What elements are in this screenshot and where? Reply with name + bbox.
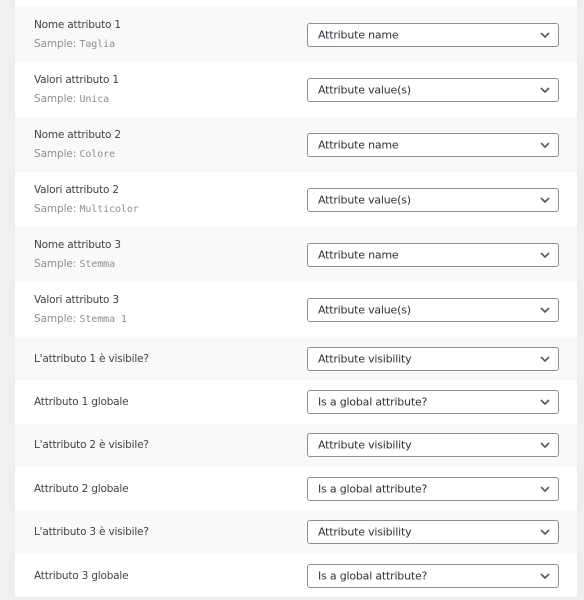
global-attribute-select[interactable]: Is a global attribute?: [307, 390, 559, 415]
field-label: Valori attributo 2: [34, 184, 119, 196]
attribute-name-select[interactable]: Attribute name: [307, 132, 559, 157]
attribute-mapping-card: Nome attributo 1 Sample: Taglia Attribut…: [15, 0, 577, 597]
field-label: Attributo 3 globale: [34, 569, 129, 582]
field-label: Valori attributo 3: [34, 294, 119, 306]
sample-text: Sample: Stemma 1: [34, 313, 127, 325]
select-value: Attribute visibility: [318, 438, 412, 452]
sample-value: Unica: [79, 94, 110, 105]
field-label: L'attributo 1 è visibile?: [34, 352, 149, 365]
chevron-down-icon: [540, 442, 550, 449]
attribute-mapping-rows: Nome attributo 1 Sample: Taglia Attribut…: [15, 7, 577, 597]
select-value: Attribute value(s): [318, 193, 411, 206]
mapping-row-attribute-2-values: Valori attributo 2 Sample: Multicolor At…: [15, 172, 577, 227]
select-value: Is a global attribute?: [318, 395, 428, 409]
attribute-values-select[interactable]: Attribute value(s): [307, 297, 559, 322]
mapping-row-attribute-2-name: Nome attributo 2 Sample: Colore Attribut…: [15, 117, 577, 172]
field-label: L'attributo 2 è visibile?: [34, 439, 149, 452]
sample-value: Stemma 1: [79, 314, 127, 325]
chevron-down-icon: [540, 573, 550, 579]
sample-text: Sample: Taglia: [34, 38, 115, 50]
chevron-down-icon: [540, 529, 550, 536]
select-value: Attribute name: [318, 248, 399, 261]
sample-prefix: Sample:: [34, 148, 77, 160]
mapping-row-attribute-1-global: Attributo 1 globale Is a global attribut…: [15, 380, 577, 423]
mapping-row-attribute-1-name: Nome attributo 1 Sample: Taglia Attribut…: [15, 7, 577, 62]
sample-prefix: Sample:: [34, 38, 77, 50]
attribute-values-select[interactable]: Attribute value(s): [307, 77, 559, 102]
sample-prefix: Sample:: [34, 258, 77, 270]
select-value: Attribute value(s): [318, 83, 411, 96]
select-value: Is a global attribute?: [318, 482, 428, 496]
sample-prefix: Sample:: [34, 93, 77, 105]
chevron-down-icon: [540, 306, 550, 313]
attribute-visibility-select[interactable]: Attribute visibility: [307, 346, 559, 371]
mapping-row-attribute-3-global: Attributo 3 globale Is a global attribut…: [15, 554, 577, 597]
mapping-row-attribute-1-visibility: L'attributo 1 è visibile? Attribute visi…: [15, 337, 577, 381]
sample-text: Sample: Stemma: [34, 258, 115, 270]
select-value: Is a global attribute?: [318, 569, 428, 583]
sample-text: Sample: Colore: [34, 148, 115, 160]
chevron-down-icon: [540, 356, 550, 362]
sample-value: Colore: [79, 149, 115, 160]
chevron-down-icon: [540, 31, 550, 38]
attribute-visibility-select[interactable]: Attribute visibility: [307, 433, 559, 458]
field-label: Attributo 2 globale: [34, 482, 129, 495]
chevron-down-icon: [540, 141, 550, 148]
field-label: Nome attributo 1: [34, 19, 121, 31]
chevron-down-icon: [540, 251, 550, 258]
chevron-down-icon: [540, 196, 550, 203]
sample-prefix: Sample:: [34, 313, 77, 325]
attribute-values-select[interactable]: Attribute value(s): [307, 187, 559, 212]
mapping-row-attribute-1-values: Valori attributo 1 Sample: Unica Attribu…: [15, 62, 577, 117]
chevron-down-icon: [540, 486, 550, 492]
attribute-name-select[interactable]: Attribute name: [307, 22, 559, 47]
sample-text: Sample: Multicolor: [34, 203, 139, 215]
field-label: Nome attributo 3: [34, 239, 121, 251]
sample-value: Taglia: [79, 39, 115, 50]
sample-prefix: Sample:: [34, 203, 77, 215]
chevron-down-icon: [540, 399, 550, 406]
chevron-down-icon: [540, 86, 550, 93]
global-attribute-select[interactable]: Is a global attribute?: [307, 563, 559, 588]
mapping-row-attribute-3-visibility: L'attributo 3 è visibile? Attribute visi…: [15, 510, 577, 554]
field-label: Attributo 1 globale: [34, 396, 129, 409]
mapping-row-attribute-2-visibility: L'attributo 2 è visibile? Attribute visi…: [15, 423, 577, 468]
select-value: Attribute name: [318, 138, 399, 151]
sample-text: Sample: Unica: [34, 93, 109, 105]
attribute-name-select[interactable]: Attribute name: [307, 242, 559, 267]
select-value: Attribute visibility: [318, 525, 412, 539]
field-label: Valori attributo 1: [34, 74, 119, 86]
field-label: Nome attributo 2: [34, 129, 121, 141]
mapping-row-attribute-3-name: Nome attributo 3 Sample: Stemma Attribut…: [15, 227, 577, 282]
sample-value: Multicolor: [79, 204, 139, 215]
attribute-visibility-select[interactable]: Attribute visibility: [307, 520, 559, 545]
select-value: Attribute visibility: [318, 352, 412, 366]
mapping-row-attribute-2-global: Attributo 2 globale Is a global attribut…: [15, 467, 577, 510]
select-value: Attribute value(s): [318, 303, 411, 316]
mapping-row-attribute-3-values: Valori attributo 3 Sample: Stemma 1 Attr…: [15, 282, 577, 337]
sample-value: Stemma: [79, 259, 115, 270]
select-value: Attribute name: [318, 28, 399, 41]
global-attribute-select[interactable]: Is a global attribute?: [307, 476, 559, 501]
field-label: L'attributo 3 è visibile?: [34, 526, 149, 539]
